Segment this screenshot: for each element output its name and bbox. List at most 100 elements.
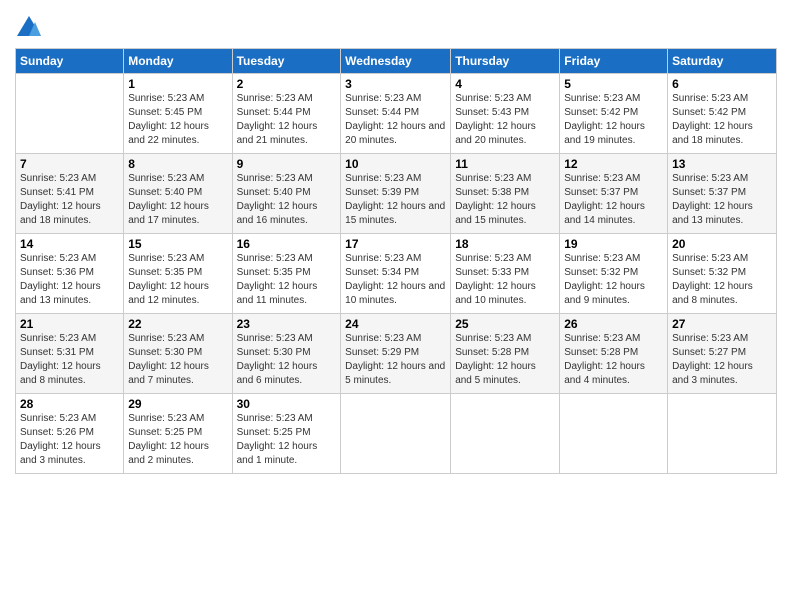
calendar-cell: 29Sunrise: 5:23 AM Sunset: 5:25 PM Dayli…: [124, 394, 232, 474]
calendar-cell: [341, 394, 451, 474]
header-monday: Monday: [124, 49, 232, 74]
day-info: Sunrise: 5:23 AM Sunset: 5:25 PM Dayligh…: [128, 412, 227, 468]
day-info: Sunrise: 5:23 AM Sunset: 5:35 PM Dayligh…: [128, 252, 227, 308]
calendar-cell: 13Sunrise: 5:23 AM Sunset: 5:37 PM Dayli…: [668, 154, 777, 234]
day-info: Sunrise: 5:23 AM Sunset: 5:41 PM Dayligh…: [20, 172, 119, 228]
day-info: Sunrise: 5:23 AM Sunset: 5:37 PM Dayligh…: [672, 172, 772, 228]
header-sunday: Sunday: [16, 49, 124, 74]
calendar-cell: [668, 394, 777, 474]
header-tuesday: Tuesday: [232, 49, 341, 74]
calendar-cell: 20Sunrise: 5:23 AM Sunset: 5:32 PM Dayli…: [668, 234, 777, 314]
day-info: Sunrise: 5:23 AM Sunset: 5:44 PM Dayligh…: [237, 92, 337, 148]
day-number: 30: [237, 397, 337, 411]
calendar-cell: 18Sunrise: 5:23 AM Sunset: 5:33 PM Dayli…: [451, 234, 560, 314]
day-number: 4: [455, 77, 555, 91]
day-number: 23: [237, 317, 337, 331]
calendar-cell: 11Sunrise: 5:23 AM Sunset: 5:38 PM Dayli…: [451, 154, 560, 234]
calendar-cell: 22Sunrise: 5:23 AM Sunset: 5:30 PM Dayli…: [124, 314, 232, 394]
day-number: 24: [345, 317, 446, 331]
logo-icon: [15, 14, 43, 42]
logo: [15, 14, 47, 42]
calendar-cell: 24Sunrise: 5:23 AM Sunset: 5:29 PM Dayli…: [341, 314, 451, 394]
calendar-cell: 16Sunrise: 5:23 AM Sunset: 5:35 PM Dayli…: [232, 234, 341, 314]
day-info: Sunrise: 5:23 AM Sunset: 5:39 PM Dayligh…: [345, 172, 446, 228]
day-info: Sunrise: 5:23 AM Sunset: 5:42 PM Dayligh…: [564, 92, 663, 148]
day-info: Sunrise: 5:23 AM Sunset: 5:36 PM Dayligh…: [20, 252, 119, 308]
calendar-cell: 21Sunrise: 5:23 AM Sunset: 5:31 PM Dayli…: [16, 314, 124, 394]
calendar-week-row: 7Sunrise: 5:23 AM Sunset: 5:41 PM Daylig…: [16, 154, 777, 234]
calendar-cell: [16, 74, 124, 154]
day-info: Sunrise: 5:23 AM Sunset: 5:26 PM Dayligh…: [20, 412, 119, 468]
day-number: 6: [672, 77, 772, 91]
day-info: Sunrise: 5:23 AM Sunset: 5:42 PM Dayligh…: [672, 92, 772, 148]
day-info: Sunrise: 5:23 AM Sunset: 5:37 PM Dayligh…: [564, 172, 663, 228]
day-info: Sunrise: 5:23 AM Sunset: 5:28 PM Dayligh…: [564, 332, 663, 388]
day-number: 25: [455, 317, 555, 331]
calendar-cell: 4Sunrise: 5:23 AM Sunset: 5:43 PM Daylig…: [451, 74, 560, 154]
day-number: 26: [564, 317, 663, 331]
day-info: Sunrise: 5:23 AM Sunset: 5:30 PM Dayligh…: [128, 332, 227, 388]
day-number: 19: [564, 237, 663, 251]
day-number: 20: [672, 237, 772, 251]
day-info: Sunrise: 5:23 AM Sunset: 5:38 PM Dayligh…: [455, 172, 555, 228]
day-number: 12: [564, 157, 663, 171]
header-thursday: Thursday: [451, 49, 560, 74]
day-info: Sunrise: 5:23 AM Sunset: 5:44 PM Dayligh…: [345, 92, 446, 148]
calendar-cell: 9Sunrise: 5:23 AM Sunset: 5:40 PM Daylig…: [232, 154, 341, 234]
day-info: Sunrise: 5:23 AM Sunset: 5:32 PM Dayligh…: [672, 252, 772, 308]
day-number: 22: [128, 317, 227, 331]
day-number: 11: [455, 157, 555, 171]
day-number: 5: [564, 77, 663, 91]
calendar-cell: 15Sunrise: 5:23 AM Sunset: 5:35 PM Dayli…: [124, 234, 232, 314]
day-info: Sunrise: 5:23 AM Sunset: 5:43 PM Dayligh…: [455, 92, 555, 148]
calendar-cell: 6Sunrise: 5:23 AM Sunset: 5:42 PM Daylig…: [668, 74, 777, 154]
calendar-cell: 8Sunrise: 5:23 AM Sunset: 5:40 PM Daylig…: [124, 154, 232, 234]
calendar-cell: 7Sunrise: 5:23 AM Sunset: 5:41 PM Daylig…: [16, 154, 124, 234]
calendar-table: SundayMondayTuesdayWednesdayThursdayFrid…: [15, 48, 777, 474]
page-header: [15, 10, 777, 42]
day-number: 8: [128, 157, 227, 171]
day-info: Sunrise: 5:23 AM Sunset: 5:25 PM Dayligh…: [237, 412, 337, 468]
day-number: 17: [345, 237, 446, 251]
calendar-cell: 14Sunrise: 5:23 AM Sunset: 5:36 PM Dayli…: [16, 234, 124, 314]
header-saturday: Saturday: [668, 49, 777, 74]
day-number: 9: [237, 157, 337, 171]
calendar-cell: 26Sunrise: 5:23 AM Sunset: 5:28 PM Dayli…: [560, 314, 668, 394]
calendar-cell: 5Sunrise: 5:23 AM Sunset: 5:42 PM Daylig…: [560, 74, 668, 154]
calendar-cell: 17Sunrise: 5:23 AM Sunset: 5:34 PM Dayli…: [341, 234, 451, 314]
day-info: Sunrise: 5:23 AM Sunset: 5:31 PM Dayligh…: [20, 332, 119, 388]
day-number: 15: [128, 237, 227, 251]
day-number: 21: [20, 317, 119, 331]
day-number: 2: [237, 77, 337, 91]
day-info: Sunrise: 5:23 AM Sunset: 5:45 PM Dayligh…: [128, 92, 227, 148]
calendar-week-row: 1Sunrise: 5:23 AM Sunset: 5:45 PM Daylig…: [16, 74, 777, 154]
header-wednesday: Wednesday: [341, 49, 451, 74]
calendar-cell: 2Sunrise: 5:23 AM Sunset: 5:44 PM Daylig…: [232, 74, 341, 154]
header-friday: Friday: [560, 49, 668, 74]
calendar-cell: 28Sunrise: 5:23 AM Sunset: 5:26 PM Dayli…: [16, 394, 124, 474]
calendar-week-row: 28Sunrise: 5:23 AM Sunset: 5:26 PM Dayli…: [16, 394, 777, 474]
calendar-week-row: 21Sunrise: 5:23 AM Sunset: 5:31 PM Dayli…: [16, 314, 777, 394]
calendar-header-row: SundayMondayTuesdayWednesdayThursdayFrid…: [16, 49, 777, 74]
day-number: 10: [345, 157, 446, 171]
calendar-cell: 30Sunrise: 5:23 AM Sunset: 5:25 PM Dayli…: [232, 394, 341, 474]
day-number: 14: [20, 237, 119, 251]
calendar-cell: 3Sunrise: 5:23 AM Sunset: 5:44 PM Daylig…: [341, 74, 451, 154]
calendar-cell: 23Sunrise: 5:23 AM Sunset: 5:30 PM Dayli…: [232, 314, 341, 394]
day-info: Sunrise: 5:23 AM Sunset: 5:30 PM Dayligh…: [237, 332, 337, 388]
day-info: Sunrise: 5:23 AM Sunset: 5:34 PM Dayligh…: [345, 252, 446, 308]
day-info: Sunrise: 5:23 AM Sunset: 5:27 PM Dayligh…: [672, 332, 772, 388]
calendar-week-row: 14Sunrise: 5:23 AM Sunset: 5:36 PM Dayli…: [16, 234, 777, 314]
calendar-cell: [451, 394, 560, 474]
day-number: 28: [20, 397, 119, 411]
day-number: 1: [128, 77, 227, 91]
calendar-cell: 27Sunrise: 5:23 AM Sunset: 5:27 PM Dayli…: [668, 314, 777, 394]
calendar-cell: 19Sunrise: 5:23 AM Sunset: 5:32 PM Dayli…: [560, 234, 668, 314]
day-info: Sunrise: 5:23 AM Sunset: 5:28 PM Dayligh…: [455, 332, 555, 388]
calendar-cell: 12Sunrise: 5:23 AM Sunset: 5:37 PM Dayli…: [560, 154, 668, 234]
day-number: 7: [20, 157, 119, 171]
calendar-cell: [560, 394, 668, 474]
day-info: Sunrise: 5:23 AM Sunset: 5:32 PM Dayligh…: [564, 252, 663, 308]
day-number: 3: [345, 77, 446, 91]
calendar-cell: 25Sunrise: 5:23 AM Sunset: 5:28 PM Dayli…: [451, 314, 560, 394]
